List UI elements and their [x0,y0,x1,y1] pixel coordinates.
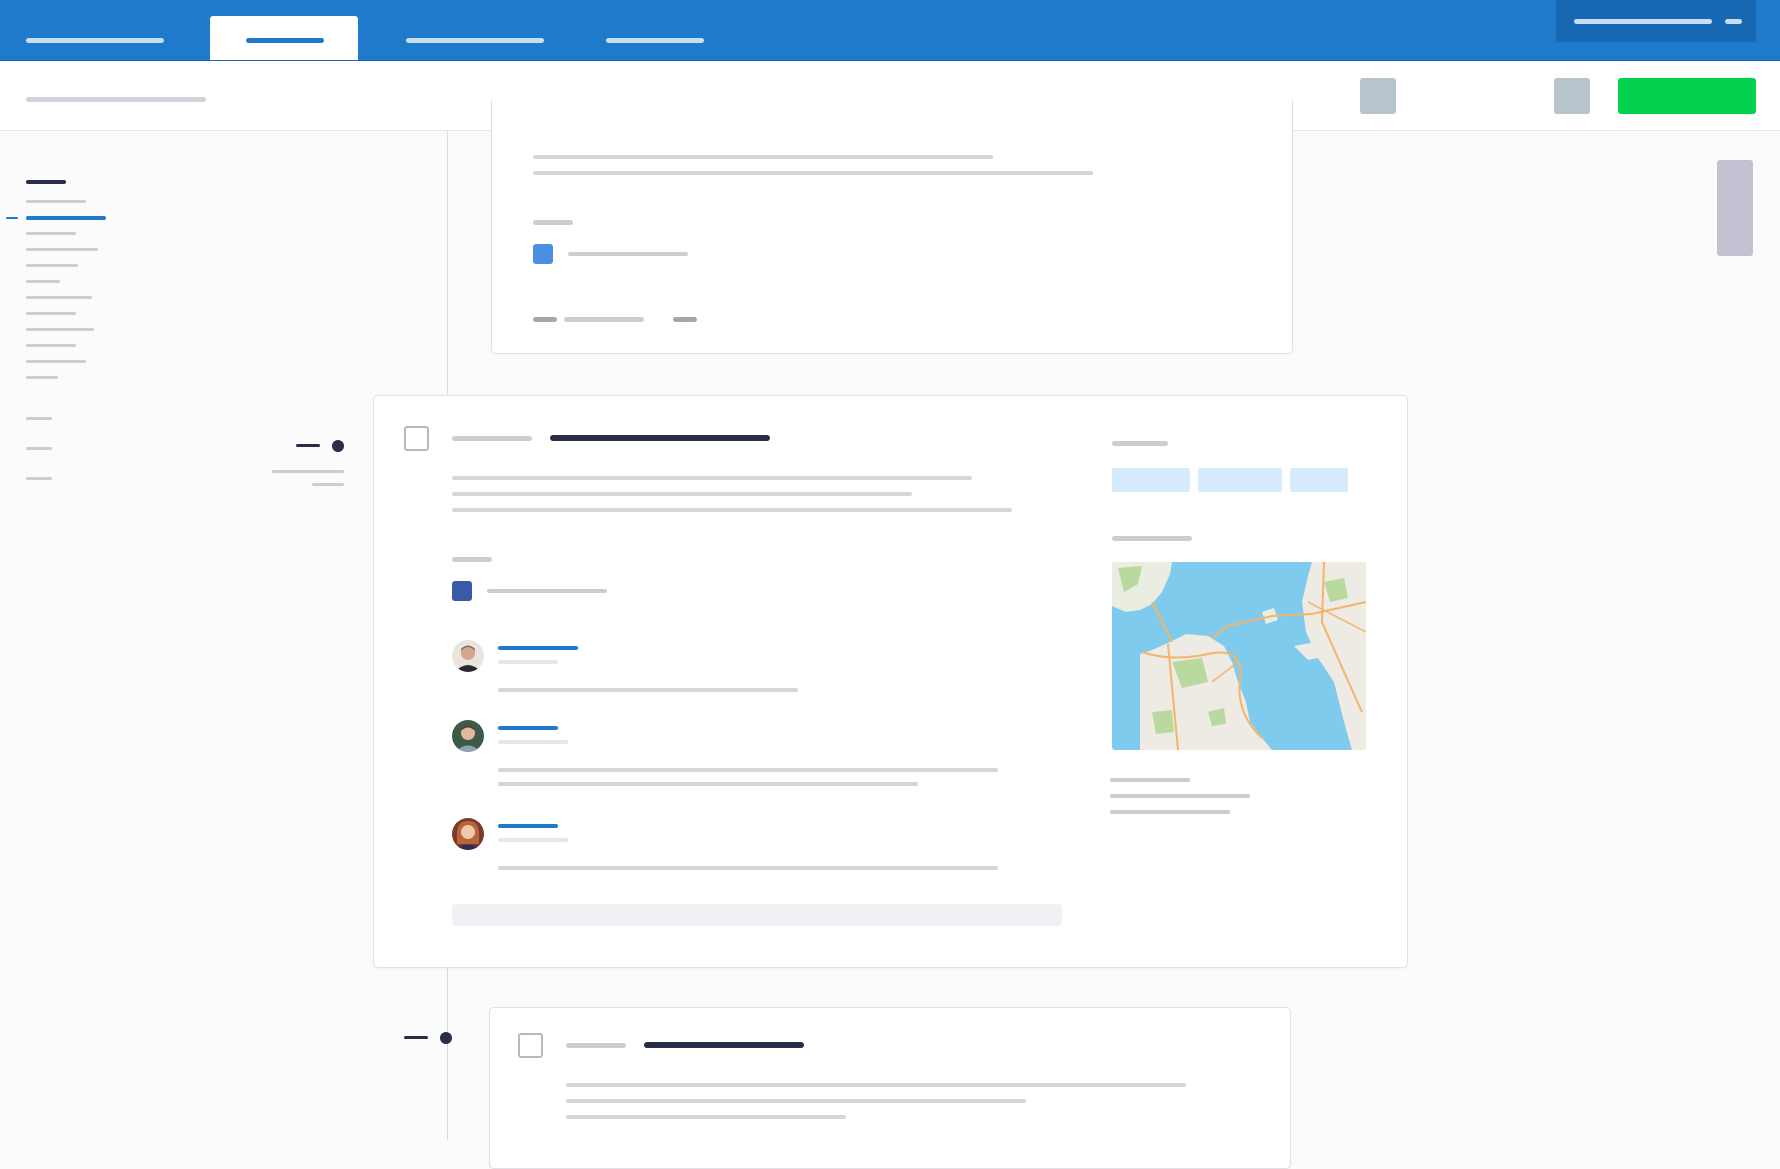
tab-1-label [26,38,164,43]
comment-1-time [498,660,558,664]
card-2-desc-line-2 [452,492,912,496]
card-2-swatch-label [487,589,607,593]
card-2-date [452,436,532,441]
timeline-card-2 [373,395,1408,968]
sidebar-item-12[interactable] [26,376,58,379]
comment-2-avatar[interactable] [452,720,484,752]
map-thumbnail[interactable] [1112,562,1366,750]
tags-label [1112,441,1168,446]
location-detail-3 [1110,810,1230,814]
account-name [1574,19,1712,24]
comment-3-text [498,866,998,870]
tab-3-label [406,38,544,43]
sidebar-year-3[interactable] [26,477,52,480]
timeline-marker-dot [332,440,344,452]
sidebar-item-2-active[interactable] [26,216,106,220]
sidebar [0,131,360,551]
card-2-desc-line-1 [452,476,972,480]
comment-2-time [498,740,568,744]
tab-1[interactable] [0,16,190,60]
sidebar-item-8[interactable] [26,312,76,315]
timeline-date-label [296,444,320,447]
sidebar-item-10[interactable] [26,344,76,347]
sidebar-year-2[interactable] [26,447,52,450]
sidebar-item-11[interactable] [26,360,86,363]
location-label [1112,536,1192,541]
comment-3-time [498,838,568,842]
card-2-section-label [452,557,492,562]
card-1-desc-line-2 [533,171,1093,175]
comment-2-text-line-2 [498,782,918,786]
toolbar-button-1[interactable] [1360,78,1396,114]
comment-2-text-line-1 [498,768,998,772]
card-1-meta-1 [533,317,557,322]
card-1-meta-2[interactable] [564,317,644,322]
card-1-section-label [533,220,573,225]
card-3-title[interactable] [644,1042,804,1048]
comment-1-avatar[interactable] [452,640,484,672]
timeline-meta-1 [272,470,344,473]
timeline-marker-dot-2 [440,1032,452,1044]
location-detail-1 [1110,778,1190,782]
card-3-checkbox-icon[interactable] [518,1033,543,1058]
card-1-color-swatch-icon [533,244,553,264]
tab-4-label [606,38,704,43]
timeline-meta-2 [312,483,344,486]
page-title [26,97,206,102]
sidebar-active-indicator [6,217,18,219]
card-3-desc-line-2 [566,1099,1026,1103]
account-dropdown-icon [1725,19,1742,24]
sidebar-item-6[interactable] [26,280,60,283]
card-3-desc-line-1 [566,1083,1186,1087]
sidebar-heading [26,180,66,184]
comment-3-author[interactable] [498,824,558,828]
tab-3[interactable] [378,16,564,60]
sidebar-year-1[interactable] [26,417,52,420]
comment-2-author[interactable] [498,726,558,730]
location-detail-2 [1110,794,1250,798]
tag-chip-3[interactable] [1290,468,1348,492]
card-1-meta-3[interactable] [673,317,697,322]
tab-4[interactable] [584,16,724,60]
tag-chip-1[interactable] [1112,468,1190,492]
comment-1-author[interactable] [498,646,578,650]
comment-1-text [498,688,798,692]
timeline-card-3 [489,1007,1291,1169]
reply-input[interactable] [452,904,1062,926]
sidebar-item-9[interactable] [26,328,94,331]
sidebar-item-4[interactable] [26,248,98,251]
timeline-card-1 [491,100,1293,354]
card-2-title[interactable] [550,435,770,441]
card-3-desc-line-3 [566,1115,846,1119]
comment-3-avatar[interactable] [452,818,484,850]
card-2-color-swatch-icon [452,581,472,601]
tab-2-active[interactable] [210,16,358,60]
account-menu[interactable] [1556,0,1756,42]
sidebar-item-5[interactable] [26,264,78,267]
sidebar-item-7[interactable] [26,296,92,299]
sidebar-item-1[interactable] [26,200,86,203]
tag-chip-2[interactable] [1198,468,1282,492]
card-1-desc-line-1 [533,155,993,159]
sidebar-item-3[interactable] [26,232,76,235]
card-3-date [566,1043,626,1048]
card-1-swatch-label [568,252,688,256]
card-2-desc-line-3 [452,508,1012,512]
card-2-checkbox-icon[interactable] [404,426,429,451]
primary-action-button[interactable] [1618,78,1756,114]
toolbar-button-2[interactable] [1554,78,1590,114]
tab-2-label [246,38,324,43]
top-nav-bar [0,0,1780,61]
timeline-date-label-2 [404,1036,428,1039]
scrollbar-thumb[interactable] [1717,160,1753,256]
